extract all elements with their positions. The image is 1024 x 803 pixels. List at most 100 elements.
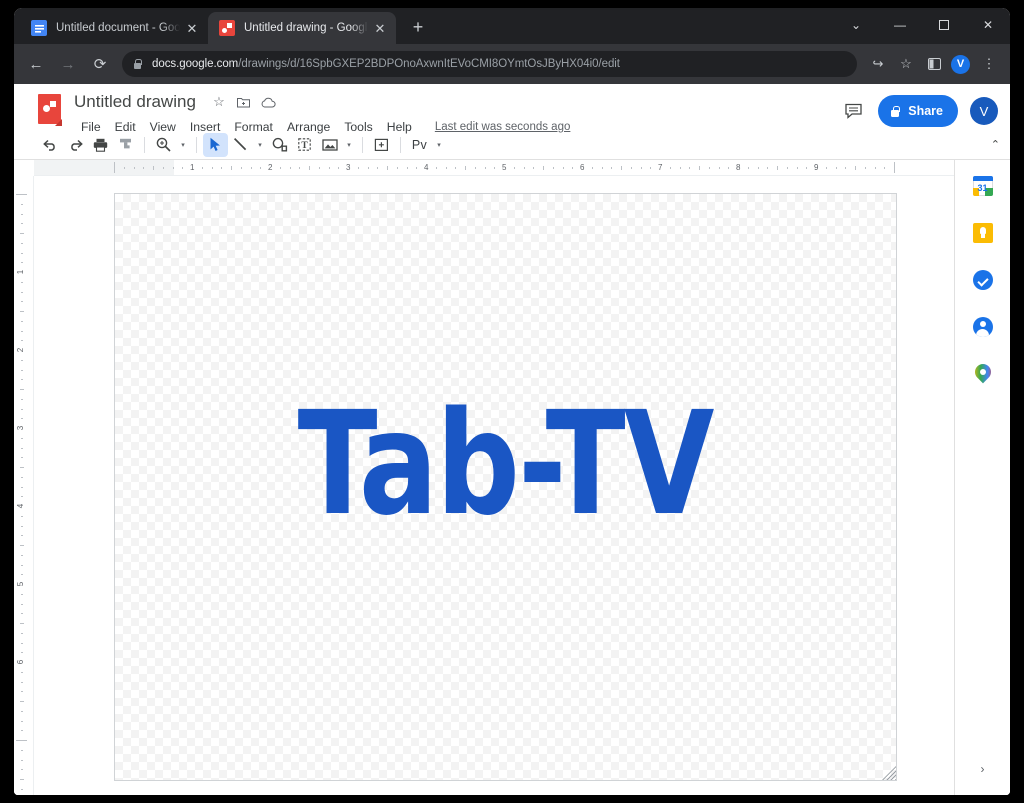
google-tasks-icon[interactable] xyxy=(969,266,997,294)
cloud-saved-icon[interactable] xyxy=(258,91,280,113)
toolbar-separator xyxy=(400,136,401,153)
close-icon[interactable]: ✕ xyxy=(184,20,200,36)
comment-history-icon[interactable] xyxy=(836,94,870,128)
minimize-icon[interactable]: — xyxy=(878,8,922,42)
ruler-tick xyxy=(21,291,23,293)
toolbar-separator xyxy=(196,136,197,153)
redo-icon[interactable] xyxy=(63,133,88,157)
ruler-tick xyxy=(279,167,281,169)
line-tool-icon[interactable] xyxy=(228,133,253,157)
ruler-tick xyxy=(21,642,23,644)
ruler-tick xyxy=(445,167,447,169)
drawing-toolbar: ▾ ▾ T ▾ Pᴠ ▾ ⌃ xyxy=(14,130,1010,160)
polyline-tool-label[interactable]: Pᴠ xyxy=(407,133,432,157)
browser-window: Untitled document - Google Docs ✕ Untitl… xyxy=(14,8,1010,795)
ruler-tick xyxy=(201,167,203,169)
move-to-folder-icon[interactable] xyxy=(233,91,255,113)
ruler-tick xyxy=(357,167,359,169)
text-box-icon[interactable]: T xyxy=(292,133,317,157)
drawing-canvas[interactable]: Tab-TV xyxy=(114,193,897,781)
ruler-tick xyxy=(21,535,23,537)
forward-icon[interactable]: → xyxy=(54,50,82,78)
paint-format-icon[interactable] xyxy=(113,133,138,157)
canvas-area: Tab-TV xyxy=(34,176,954,795)
google-contacts-icon[interactable] xyxy=(969,313,997,341)
ruler-tick xyxy=(21,359,23,361)
browser-profile-avatar[interactable]: V xyxy=(951,54,970,74)
select-tool-icon[interactable] xyxy=(203,132,228,157)
user-avatar[interactable]: V xyxy=(970,97,998,125)
vertical-ruler[interactable]: 123456 xyxy=(14,176,34,795)
google-maps-icon[interactable] xyxy=(969,360,997,388)
ruler-tick xyxy=(718,167,720,169)
ruler-tick xyxy=(21,515,23,517)
window-controls: ⌄ — ✕ xyxy=(834,8,1010,42)
ruler-tick xyxy=(21,476,23,478)
ruler-tick xyxy=(153,166,154,170)
browser-tab-drawings[interactable]: Untitled drawing - Google Drawings ✕ xyxy=(208,12,396,44)
collapse-toolbar-icon[interactable]: ⌃ xyxy=(991,138,1000,151)
side-panel-icon[interactable] xyxy=(921,51,947,77)
ruler-tick xyxy=(21,652,23,654)
tab-search-icon[interactable]: ⌄ xyxy=(834,8,878,42)
canvas-resize-handle[interactable] xyxy=(882,766,896,780)
share-button[interactable]: Share xyxy=(878,95,958,127)
document-title[interactable]: Untitled drawing xyxy=(74,92,196,112)
browser-menu-icon[interactable]: ⋮ xyxy=(976,51,1002,77)
ruler-tick xyxy=(182,167,184,169)
ruler-tick xyxy=(16,194,27,195)
ruler-tick xyxy=(221,167,223,169)
print-icon[interactable] xyxy=(88,133,113,157)
polyline-dropdown-caret[interactable]: ▾ xyxy=(432,133,446,157)
ruler-tick xyxy=(562,167,564,169)
horizontal-ruler[interactable]: 123456789 xyxy=(34,160,954,176)
share-link-icon[interactable]: ↪ xyxy=(865,51,891,77)
undo-icon[interactable] xyxy=(38,133,63,157)
ruler-tick xyxy=(874,167,876,169)
new-tab-button[interactable]: + xyxy=(404,14,432,42)
ruler-tick xyxy=(260,167,262,169)
ruler-tick xyxy=(20,779,24,780)
ruler-tick xyxy=(240,167,242,169)
back-icon[interactable]: ← xyxy=(22,50,50,78)
line-dropdown-caret[interactable]: ▾ xyxy=(253,133,267,157)
ruler-tick xyxy=(20,623,24,624)
browser-tab-docs[interactable]: Untitled document - Google Docs ✕ xyxy=(20,12,208,44)
star-icon[interactable]: ☆ xyxy=(208,91,230,113)
ruler-tick xyxy=(845,167,847,169)
ruler-tick xyxy=(825,167,827,169)
google-drawings-logo[interactable] xyxy=(36,92,64,128)
ruler-tick xyxy=(21,408,23,410)
ruler-tick xyxy=(21,262,23,264)
google-apps-sidebar: › xyxy=(954,160,1010,795)
close-icon[interactable]: ✕ xyxy=(966,8,1010,42)
ruler-tick xyxy=(21,613,23,615)
close-icon[interactable]: ✕ xyxy=(372,20,388,36)
zoom-dropdown-caret[interactable]: ▾ xyxy=(176,133,190,157)
address-bar[interactable]: docs.google.com/drawings/d/16SpbGXEP2BDP… xyxy=(122,51,857,77)
screen-root: Untitled document - Google Docs ✕ Untitl… xyxy=(0,0,1024,803)
ruler-tick xyxy=(679,167,681,169)
ruler-tick xyxy=(786,167,788,169)
image-dropdown-caret[interactable]: ▾ xyxy=(342,133,356,157)
bookmark-star-icon[interactable]: ☆ xyxy=(893,51,919,77)
logo-text-object[interactable]: Tab-TV xyxy=(298,393,715,537)
ruler-tick xyxy=(20,545,24,546)
google-drawings-icon xyxy=(219,20,235,36)
zoom-icon[interactable] xyxy=(151,133,176,157)
ruler-tick xyxy=(21,213,23,215)
reload-icon[interactable]: ⟳ xyxy=(86,50,114,78)
ruler-tick xyxy=(21,369,23,371)
ruler-tick xyxy=(16,740,27,741)
google-keep-icon[interactable] xyxy=(969,219,997,247)
expand-sidebar-icon[interactable]: › xyxy=(969,755,997,783)
maximize-icon[interactable] xyxy=(922,8,966,42)
shape-tool-icon[interactable] xyxy=(267,133,292,157)
ruler-tick xyxy=(21,749,23,751)
add-to-document-icon[interactable] xyxy=(369,133,394,157)
google-calendar-icon[interactable] xyxy=(969,172,997,200)
ruler-tick xyxy=(777,166,778,170)
ruler-tick xyxy=(455,167,457,169)
image-icon[interactable] xyxy=(317,133,342,157)
ruler-tick xyxy=(894,162,895,173)
